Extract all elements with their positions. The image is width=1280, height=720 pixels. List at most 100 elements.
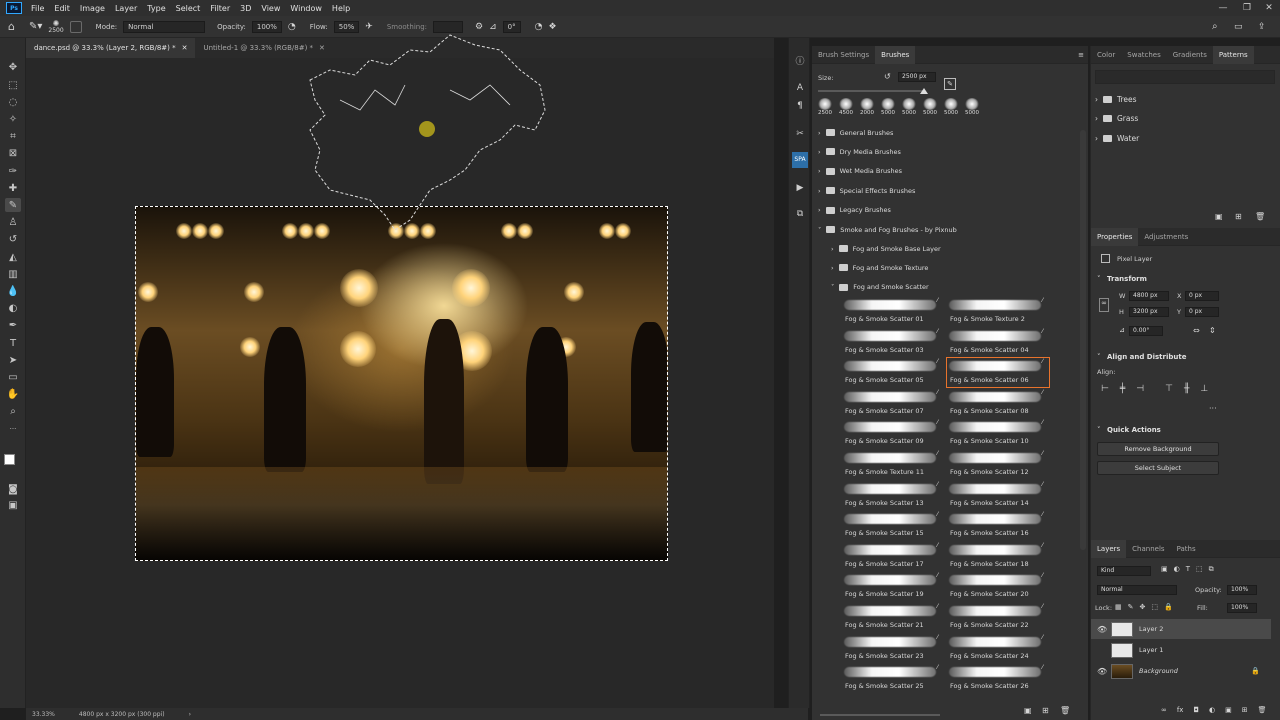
brush-item[interactable]: ⁄ Fog & Smoke Scatter 14 xyxy=(947,481,1049,510)
filter-shape-icon[interactable]: ⬚ xyxy=(1196,565,1203,574)
brush-item[interactable]: ⁄ Fog & Smoke Scatter 01 xyxy=(842,297,944,326)
collapsed-chevron-icon[interactable]: › xyxy=(818,129,821,137)
layer-filter-kind-select[interactable]: Kind xyxy=(1097,566,1151,576)
delete-brush-icon[interactable]: 🗑 xyxy=(1060,706,1070,715)
brush-item[interactable]: ⁄ Fog & Smoke Scatter 03 xyxy=(842,328,944,357)
reset-size-icon[interactable]: ↺ xyxy=(884,72,891,81)
width-input[interactable]: 4800 px xyxy=(1129,291,1169,301)
align-right-icon[interactable]: ⊣ xyxy=(1136,384,1144,394)
align-left-icon[interactable]: ⊢ xyxy=(1101,384,1109,394)
brush-item[interactable]: ⁄ Fog & Smoke Scatter 04 xyxy=(947,328,1049,357)
blend-mode-select[interactable]: Normal xyxy=(1097,585,1177,595)
zoom-level[interactable]: 33.33% xyxy=(32,711,55,718)
gradient-tool-icon[interactable]: ▥ xyxy=(5,267,21,281)
workspace-icon[interactable]: ▭ xyxy=(1234,22,1243,32)
magic-wand-tool-icon[interactable]: ✧ xyxy=(5,112,21,126)
brush-preset[interactable]: 5000 xyxy=(942,98,960,120)
brush-item[interactable]: ⁄ Fog & Smoke Scatter 21 xyxy=(842,603,944,632)
tab-swatches[interactable]: Swatches xyxy=(1121,46,1166,64)
menu-item-filter[interactable]: Filter xyxy=(205,4,235,13)
tab-brush-settings[interactable]: Brush Settings xyxy=(812,46,875,64)
brush-preset[interactable]: 5000 xyxy=(963,98,981,120)
brush-folder[interactable]: › Dry Media Brushes xyxy=(818,142,1068,161)
collapsed-chevron-icon[interactable]: › xyxy=(818,206,821,214)
menu-item-3d[interactable]: 3D xyxy=(235,4,256,13)
menu-item-select[interactable]: Select xyxy=(171,4,206,13)
brush-preset[interactable]: 5000 xyxy=(900,98,918,120)
brush-folder[interactable]: › General Brushes xyxy=(818,123,1068,142)
menu-item-image[interactable]: Image xyxy=(75,4,110,13)
filter-pixel-icon[interactable]: ▣ xyxy=(1161,565,1168,574)
more-tools-icon[interactable]: ··· xyxy=(5,422,21,436)
new-brush-bottom-icon[interactable]: ⊞ xyxy=(1042,706,1049,715)
align-top-icon[interactable]: ⊤ xyxy=(1165,384,1173,394)
new-layer-icon[interactable]: ⊞ xyxy=(1242,706,1248,714)
size-slider[interactable] xyxy=(818,90,924,92)
screen-mode-icon[interactable]: ▣ xyxy=(5,498,21,512)
status-menu-icon[interactable]: › xyxy=(189,711,191,718)
brush-item[interactable]: ⁄ Fog & Smoke Scatter 10 xyxy=(947,419,1049,448)
y-input[interactable]: 0 px xyxy=(1185,307,1219,317)
opacity-input[interactable]: 100% xyxy=(251,20,282,33)
brush-item[interactable]: ⁄ Fog & Smoke Scatter 17 xyxy=(842,542,944,571)
collapsed-chevron-icon[interactable]: › xyxy=(1095,134,1098,143)
delete-layer-icon[interactable]: 🗑 xyxy=(1258,706,1267,714)
share-icon[interactable]: ⇪ xyxy=(1258,22,1266,32)
brush-item[interactable]: ⁄ Fog & Smoke Scatter 06 xyxy=(946,357,1050,389)
align-bottom-icon[interactable]: ⊥ xyxy=(1200,384,1208,394)
visibility-off-icon[interactable] xyxy=(1097,646,1105,654)
visibility-eye-icon[interactable]: 👁 xyxy=(1097,667,1107,676)
preview-size-slider[interactable] xyxy=(820,714,940,716)
brush-preset[interactable]: 2500 xyxy=(816,98,834,120)
collapsed-chevron-icon[interactable]: › xyxy=(1095,95,1098,104)
menu-item-type[interactable]: Type xyxy=(142,4,170,13)
menu-item-help[interactable]: Help xyxy=(327,4,355,13)
history-brush-tool-icon[interactable]: ↺ xyxy=(5,232,21,246)
marquee-tool-icon[interactable]: ⬚ xyxy=(5,78,21,92)
info-icon[interactable]: ⓘ xyxy=(792,54,808,70)
remove-background-button[interactable]: Remove Background xyxy=(1097,442,1219,456)
menu-item-file[interactable]: File xyxy=(26,4,49,13)
tab-dance-psd[interactable]: dance.psd @ 33.3% (Layer 2, RGB/8#) * ✕ xyxy=(26,38,196,58)
eraser-tool-icon[interactable]: ◭ xyxy=(5,250,21,264)
lock-all-icon[interactable]: 🔒 xyxy=(1164,603,1173,611)
move-tool-icon[interactable]: ✥ xyxy=(5,60,21,74)
eyedropper-tool-icon[interactable]: ✑ xyxy=(5,164,21,178)
flip-vertical-icon[interactable]: ⇕ xyxy=(1209,326,1216,335)
brush-subfolder[interactable]: › Fog and Smoke Base Layer xyxy=(831,239,1081,258)
align-middle-v-icon[interactable]: ╫ xyxy=(1184,384,1189,394)
brush-folder[interactable]: › Special Effects Brushes xyxy=(818,181,1068,200)
tab-paths[interactable]: Paths xyxy=(1171,540,1202,558)
brush-folder[interactable]: › Legacy Brushes xyxy=(818,201,1068,220)
height-input[interactable]: 3200 px xyxy=(1129,307,1169,317)
collapsed-chevron-icon[interactable]: › xyxy=(1095,114,1098,123)
new-brush-icon[interactable]: ✎ xyxy=(944,78,956,90)
brush-tool-icon[interactable]: ✎ xyxy=(5,198,21,212)
dodge-tool-icon[interactable]: ◐ xyxy=(5,301,21,315)
menu-item-layer[interactable]: Layer xyxy=(110,4,142,13)
path-selection-tool-icon[interactable]: ➤ xyxy=(5,353,21,367)
brush-preset[interactable]: 4500 xyxy=(837,98,855,120)
paragraph-icon[interactable]: ¶ xyxy=(792,98,808,114)
home-icon[interactable]: ⌂ xyxy=(8,20,15,33)
pattern-group[interactable]: › Grass xyxy=(1095,109,1280,128)
collapsed-chevron-icon[interactable]: › xyxy=(831,245,834,253)
tab-brushes[interactable]: Brushes xyxy=(875,45,916,64)
foreground-color-swatch[interactable] xyxy=(4,454,15,465)
type-tool-icon[interactable]: T xyxy=(5,336,21,350)
document-canvas-image[interactable] xyxy=(135,206,668,561)
menu-item-view[interactable]: View xyxy=(256,4,285,13)
tab-close-icon[interactable]: ✕ xyxy=(182,44,188,52)
tab-patterns[interactable]: Patterns xyxy=(1212,45,1254,64)
crop-tool-icon[interactable]: ⌗ xyxy=(5,129,21,143)
size-slider-thumb[interactable] xyxy=(920,88,928,94)
link-dimensions-icon[interactable]: ∞ xyxy=(1099,298,1109,312)
brush-item[interactable]: ⁄ Fog & Smoke Scatter 12 xyxy=(947,450,1049,479)
brush-item[interactable]: ⁄ Fog & Smoke Scatter 05 xyxy=(842,358,944,387)
tools-preset-icon[interactable]: ✂ xyxy=(792,126,808,142)
clone-stamp-tool-icon[interactable]: ♙ xyxy=(5,215,21,229)
collapsed-chevron-icon[interactable]: › xyxy=(818,148,821,156)
brush-item[interactable]: ⁄ Fog & Smoke Scatter 22 xyxy=(947,603,1049,632)
x-input[interactable]: 0 px xyxy=(1185,291,1219,301)
tab-gradients[interactable]: Gradients xyxy=(1167,46,1213,64)
